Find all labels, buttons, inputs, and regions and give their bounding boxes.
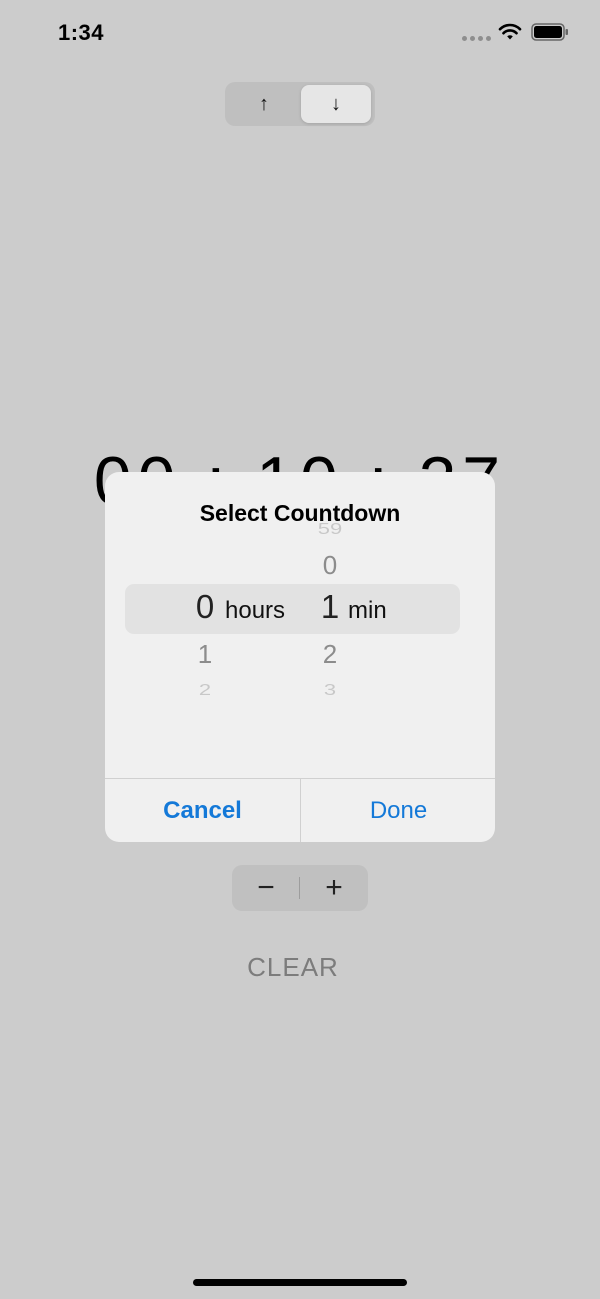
dialog-title: Select Countdown — [199, 500, 401, 526]
minutes-option[interactable]: 59 — [310, 520, 350, 538]
wifi-icon — [498, 23, 522, 40]
minutes-selected-value: 1 — [320, 588, 340, 625]
time-stepper: − + — [232, 865, 368, 911]
direction-segmented-control: ↑ ↓ — [225, 82, 375, 126]
dialog-button-bar: Cancel Done — [105, 778, 495, 842]
done-button[interactable]: Done — [301, 779, 495, 842]
cancel-button[interactable]: Cancel — [105, 779, 300, 842]
status-bar: 1:34 — [0, 0, 600, 70]
hours-unit-label: hours — [225, 597, 286, 624]
decrement-button[interactable]: − — [232, 865, 300, 911]
signal-dots-icon — [462, 36, 491, 41]
status-time: 1:34 — [58, 20, 105, 45]
minutes-option[interactable]: 3 — [310, 681, 350, 699]
picker-selection-band — [125, 584, 460, 634]
battery-icon — [531, 23, 568, 41]
clear-button[interactable]: CLEAR — [0, 952, 586, 983]
home-indicator[interactable] — [193, 1279, 407, 1286]
minutes-option[interactable]: 0 — [310, 550, 350, 581]
increment-button[interactable]: + — [300, 865, 368, 911]
countdown-dialog: Select Countdown 0 1 2 hours 59 0 1 2 3 … — [105, 472, 495, 842]
hours-option[interactable]: 1 — [185, 639, 225, 670]
minutes-option[interactable]: 2 — [310, 639, 350, 670]
count-up-segment[interactable]: ↑ — [229, 85, 299, 123]
hours-selected-value: 0 — [195, 588, 215, 625]
minutes-unit-label: min — [348, 597, 387, 624]
count-down-segment[interactable]: ↓ — [301, 85, 371, 123]
hours-option[interactable]: 2 — [185, 681, 225, 699]
